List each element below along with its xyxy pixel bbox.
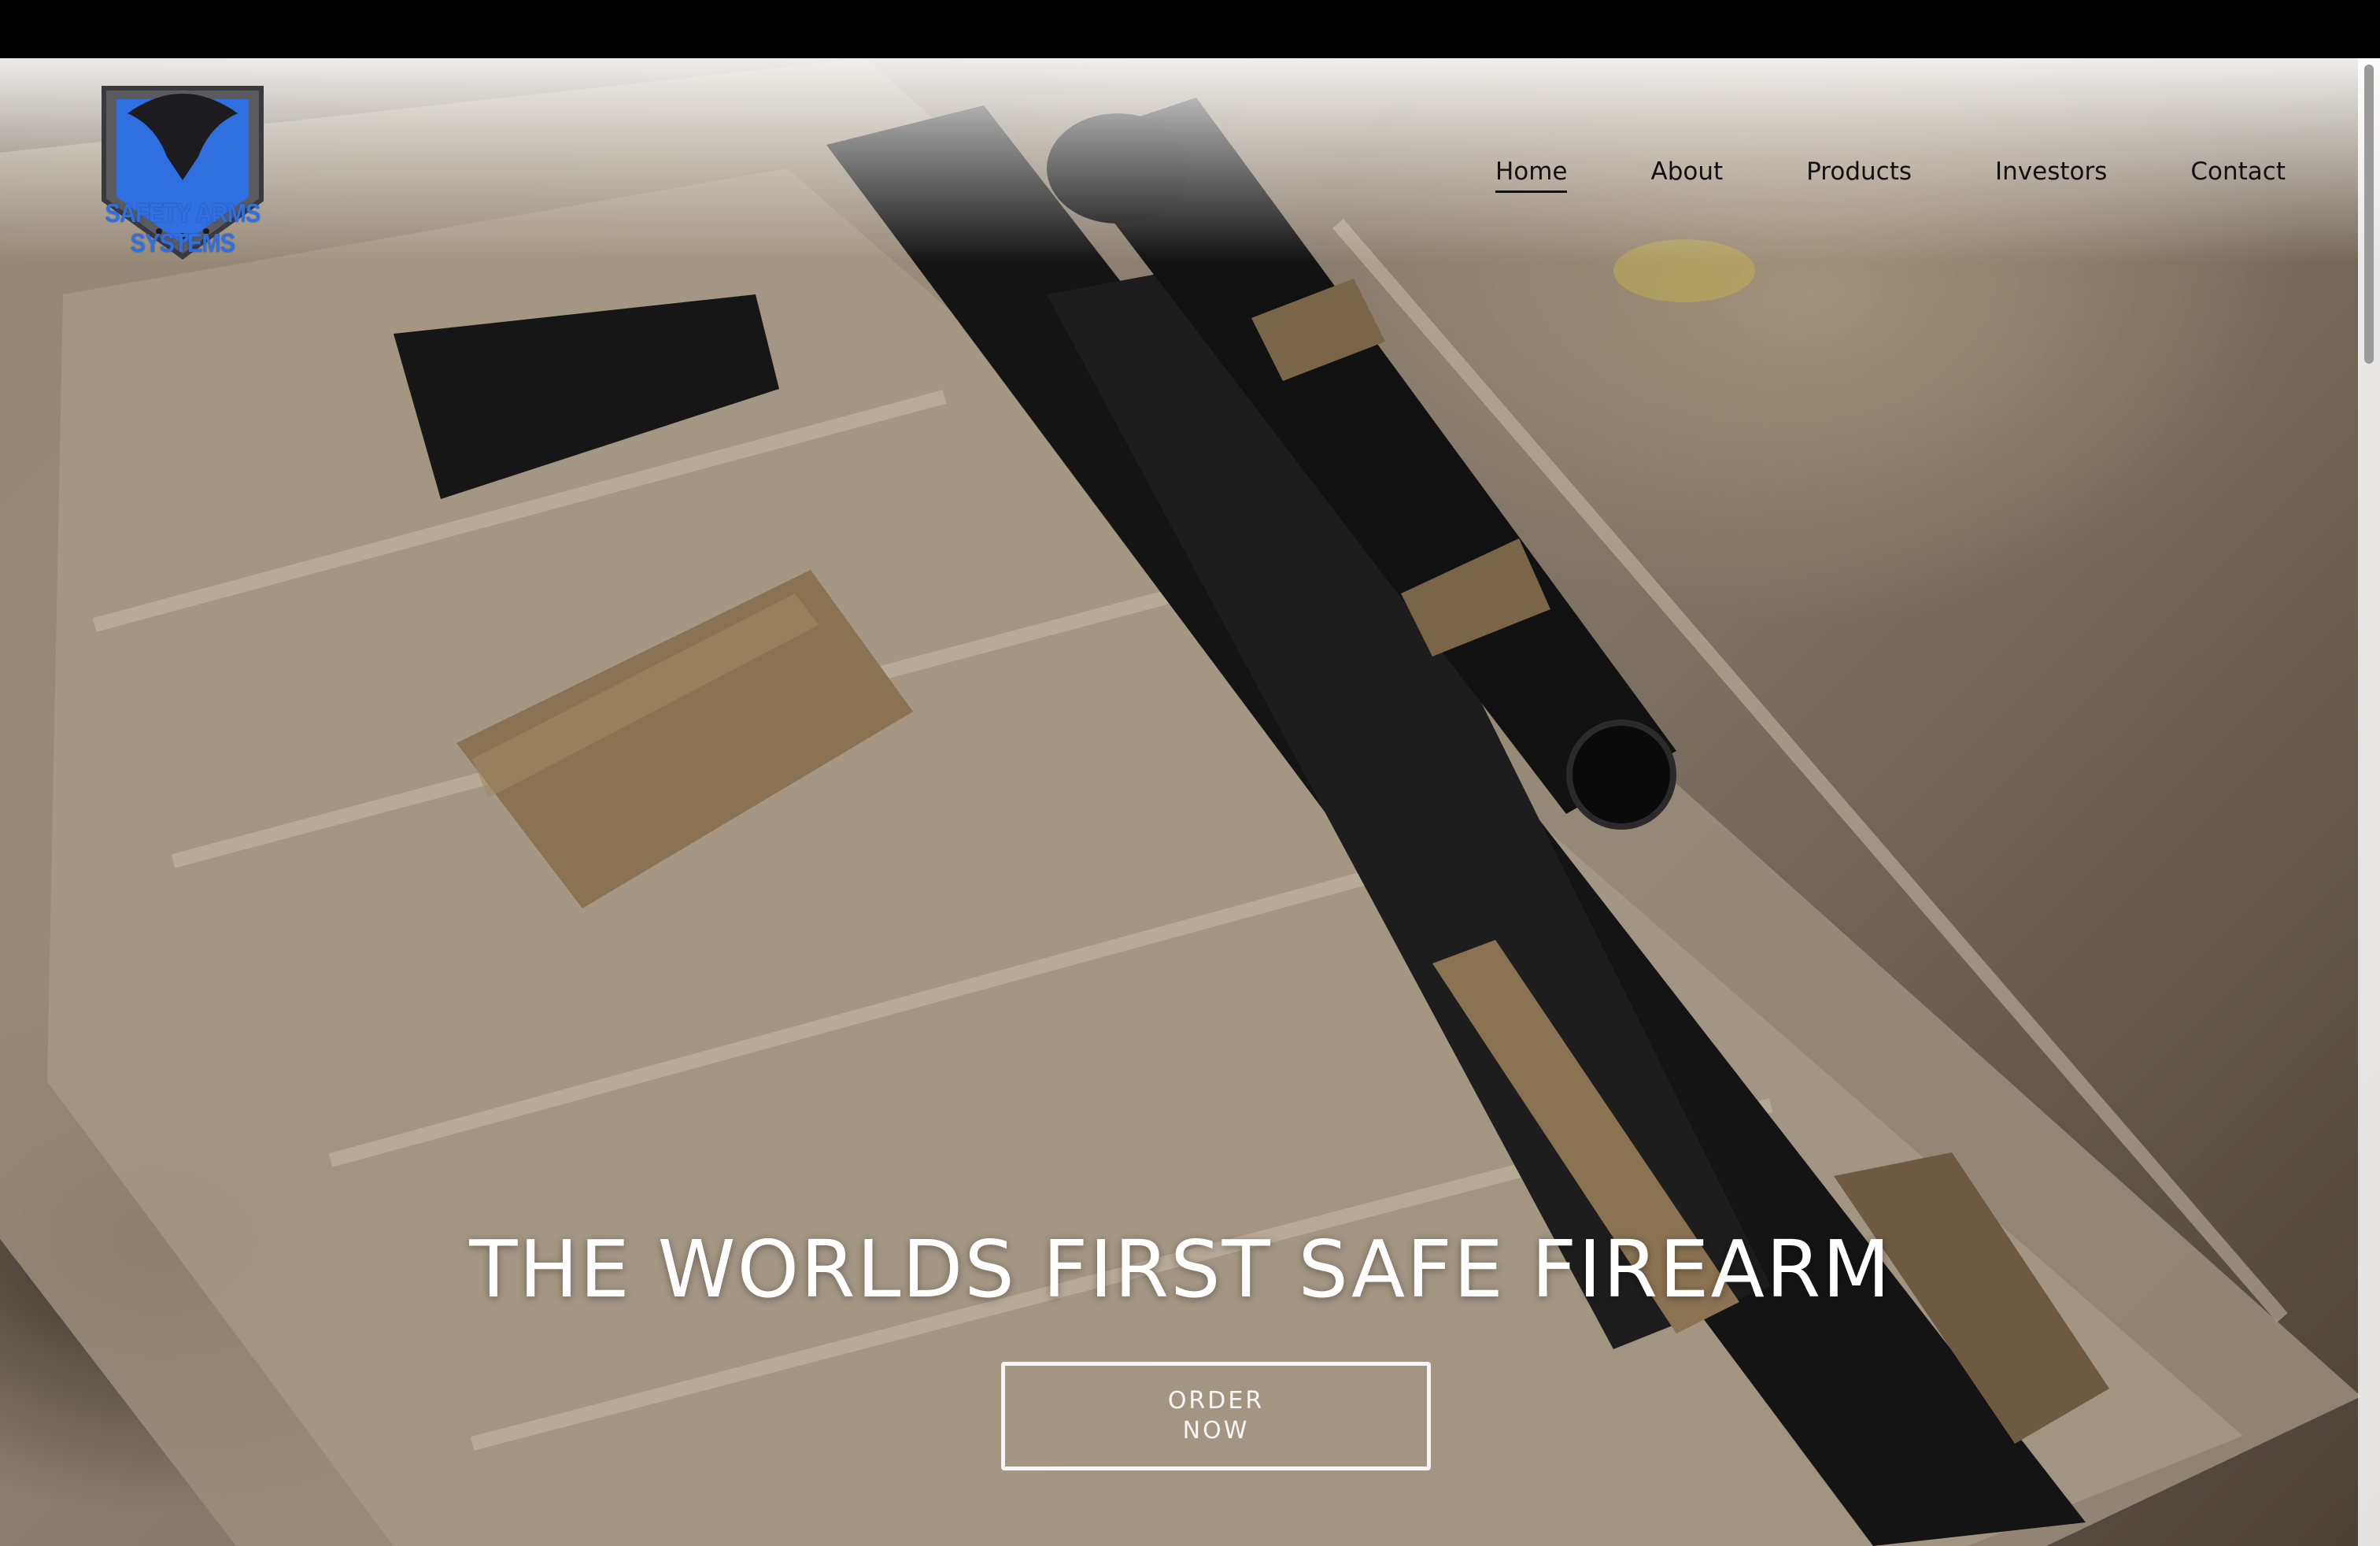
scrollbar-thumb[interactable] (2364, 65, 2374, 364)
nav-item-contact[interactable]: Contact (2190, 157, 2286, 193)
logo-wordmark: SAFETY ARMS SYSTEMS (105, 198, 261, 257)
site-logo[interactable]: SAFETY ARMS SYSTEMS (72, 82, 293, 263)
browser-top-bar (0, 0, 2380, 58)
order-now-label: ORDER NOW (1167, 1387, 1265, 1444)
nav-item-investors[interactable]: Investors (1995, 157, 2107, 193)
page-viewport: SAFETY ARMS SYSTEMS Home About Products … (0, 58, 2380, 1546)
hero-background-image (0, 58, 2380, 1546)
main-navigation: Home About Products Investors Contact (1412, 157, 2286, 193)
nav-item-products[interactable]: Products (1806, 157, 1912, 193)
hero-headline: THE WORLDS FIRST SAFE FIREARM (469, 1223, 1892, 1315)
nav-item-home[interactable]: Home (1495, 157, 1568, 193)
nav-item-about[interactable]: About (1650, 157, 1723, 193)
page-scrollbar[interactable] (2358, 58, 2380, 1546)
order-now-button[interactable]: ORDER NOW (1001, 1362, 1431, 1470)
